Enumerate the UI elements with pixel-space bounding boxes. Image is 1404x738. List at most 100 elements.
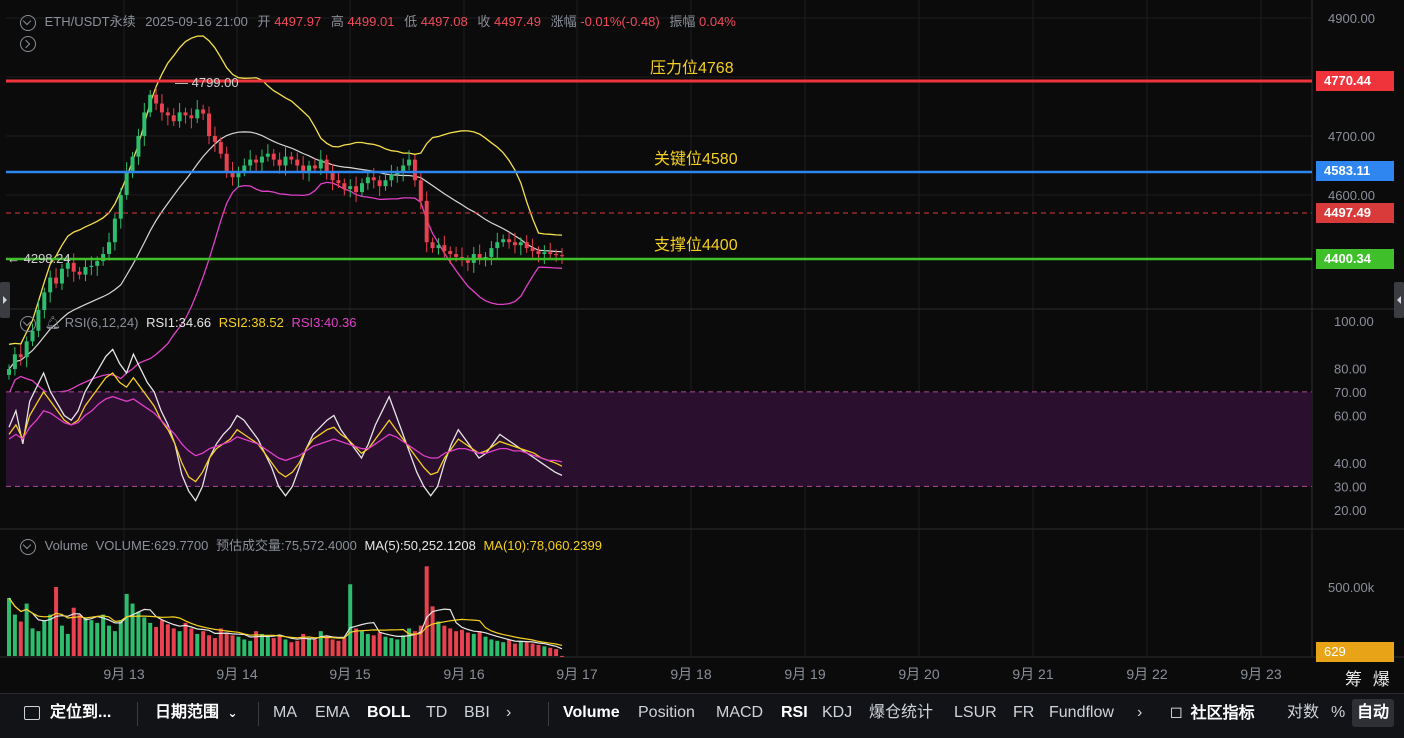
volume-bar [342,638,347,656]
chart-app: 4900.004800.004700.004600.00— 4799.00← 4… [0,0,1404,738]
left-panel-toggle-icon[interactable] [0,282,10,318]
auto-scale-button[interactable]: 自动 [1352,699,1395,727]
indicator-ema[interactable]: EMA [315,694,350,732]
candle-body [77,271,82,275]
x-tick-label: 9月 22 [1126,666,1167,682]
datetime-label: 2025-09-16 21:00 [145,14,248,29]
separator [548,702,549,726]
candle-body [159,103,164,113]
burst-button[interactable]: 爆 [1373,670,1390,689]
candle-body [207,113,212,136]
percent-scale-button[interactable]: % [1331,694,1345,732]
candle-body [359,183,364,193]
rsi-y-tick-label: 20.00 [1334,503,1367,518]
sub-indicator-macd[interactable]: MACD [716,694,763,732]
candle-body [518,242,523,246]
rsi-y-tick-label: 40.00 [1334,456,1367,471]
volume-bar [277,635,282,656]
candle-body [18,354,23,358]
resistance-price-tag[interactable]: 4770.44 [1316,71,1394,91]
x-tick-label: 9月 23 [1240,666,1281,682]
x-tick-label: 9月 18 [670,666,711,682]
candle-body [165,112,170,116]
volume-bar [89,620,94,656]
y-tick-label: 4900.00 [1328,11,1375,26]
rsi-y-tick-label: 100.00 [1334,314,1374,329]
candle-body [301,165,306,172]
rsi-collapse-icon[interactable] [20,315,36,332]
support-price-tag[interactable]: 4400.34 [1316,249,1394,269]
candle-body [71,262,76,272]
volume-tag[interactable]: 629 [1316,642,1394,662]
candle-body [42,292,47,311]
candle-body [430,242,435,249]
chart-canvas[interactable]: 4900.004800.004700.004600.00— 4799.00← 4… [0,0,1404,693]
sub-indicator-volume[interactable]: Volume [563,694,620,732]
candle-body [401,165,406,172]
volume-ma5: MA(5):50,252.1208 [364,538,476,553]
candle-body [7,369,11,375]
x-tick-label: 9月 21 [1012,666,1053,682]
sub-indicator-lsur[interactable]: LSUR [954,694,997,732]
indicator-td[interactable]: TD [426,694,447,732]
candle-body [418,180,423,201]
sub-indicator-rsi[interactable]: RSI [781,694,808,732]
volume-collapse-icon[interactable] [20,538,36,555]
volume-bar [130,603,135,656]
candle-body [501,239,506,243]
community-label: 社区指标 [1190,705,1255,722]
amplitude-label: 振幅 [669,14,696,29]
volume-bar [489,639,494,656]
community-indicators-button[interactable]: ☐ 社区指标 [1170,694,1255,732]
expand-icon[interactable] [20,35,36,52]
indicator-bbi[interactable]: BBI [464,694,490,732]
candle-body [54,277,59,284]
amplitude-value: 0.04% [699,14,736,29]
volume-bar [30,628,35,656]
chevron-right-icon[interactable]: › [1137,694,1142,732]
candle-body [189,115,194,119]
low-marker-label: ← 4298.24 [7,251,71,266]
locate-button[interactable]: 定位到... [24,694,111,732]
right-panel-toggle-icon[interactable] [1394,282,1404,318]
volume-bar [65,633,70,656]
candle-body [348,186,353,190]
sub-indicator-kdj[interactable]: KDJ [822,694,852,732]
sub-indicator-fr[interactable]: FR [1013,694,1034,732]
candle-body [107,242,112,254]
candle-body [283,156,288,166]
volume-bar [501,642,506,656]
chip-button[interactable]: 筹 [1345,670,1362,689]
collapse-icon[interactable] [20,14,36,31]
volume-bar [548,647,553,656]
high-value: 4499.01 [347,14,395,29]
indicator-ma[interactable]: MA [273,694,297,732]
candle-body [530,248,535,252]
bell-icon[interactable]: 🔔︎ [45,315,62,330]
sub-indicator-position[interactable]: Position [638,694,695,732]
volume-bar [177,631,182,656]
date-range-button[interactable]: 日期范围 ⌄ [155,694,238,732]
volume-bar [12,614,17,656]
indicator-boll[interactable]: BOLL [367,694,411,732]
boll-lower-line [8,181,563,395]
volume-bar [136,611,141,656]
volume-bar [165,624,170,656]
log-scale-button[interactable]: 对数 [1287,694,1319,732]
volume-ma10: MA(10):78,060.2399 [483,538,602,553]
candle-body [377,180,382,187]
candle-body [201,109,206,114]
volume-bar [459,629,464,656]
current-price-tag[interactable]: 4497.49 [1316,203,1394,223]
key-price-tag[interactable]: 4583.11 [1316,161,1394,181]
sub-indicator-fundflow[interactable]: Fundflow [1049,694,1114,732]
date-range-label: 日期范围 [155,704,220,721]
separator [137,702,138,726]
sub-indicator-liquidation[interactable]: 爆仓统计 [869,694,933,732]
x-tick-label: 9月 17 [556,666,597,682]
chevron-right-icon[interactable]: › [506,694,511,732]
candle-body [48,277,53,293]
volume-bar [518,640,523,656]
volume-bar [24,603,29,656]
volume-bar [230,635,235,656]
